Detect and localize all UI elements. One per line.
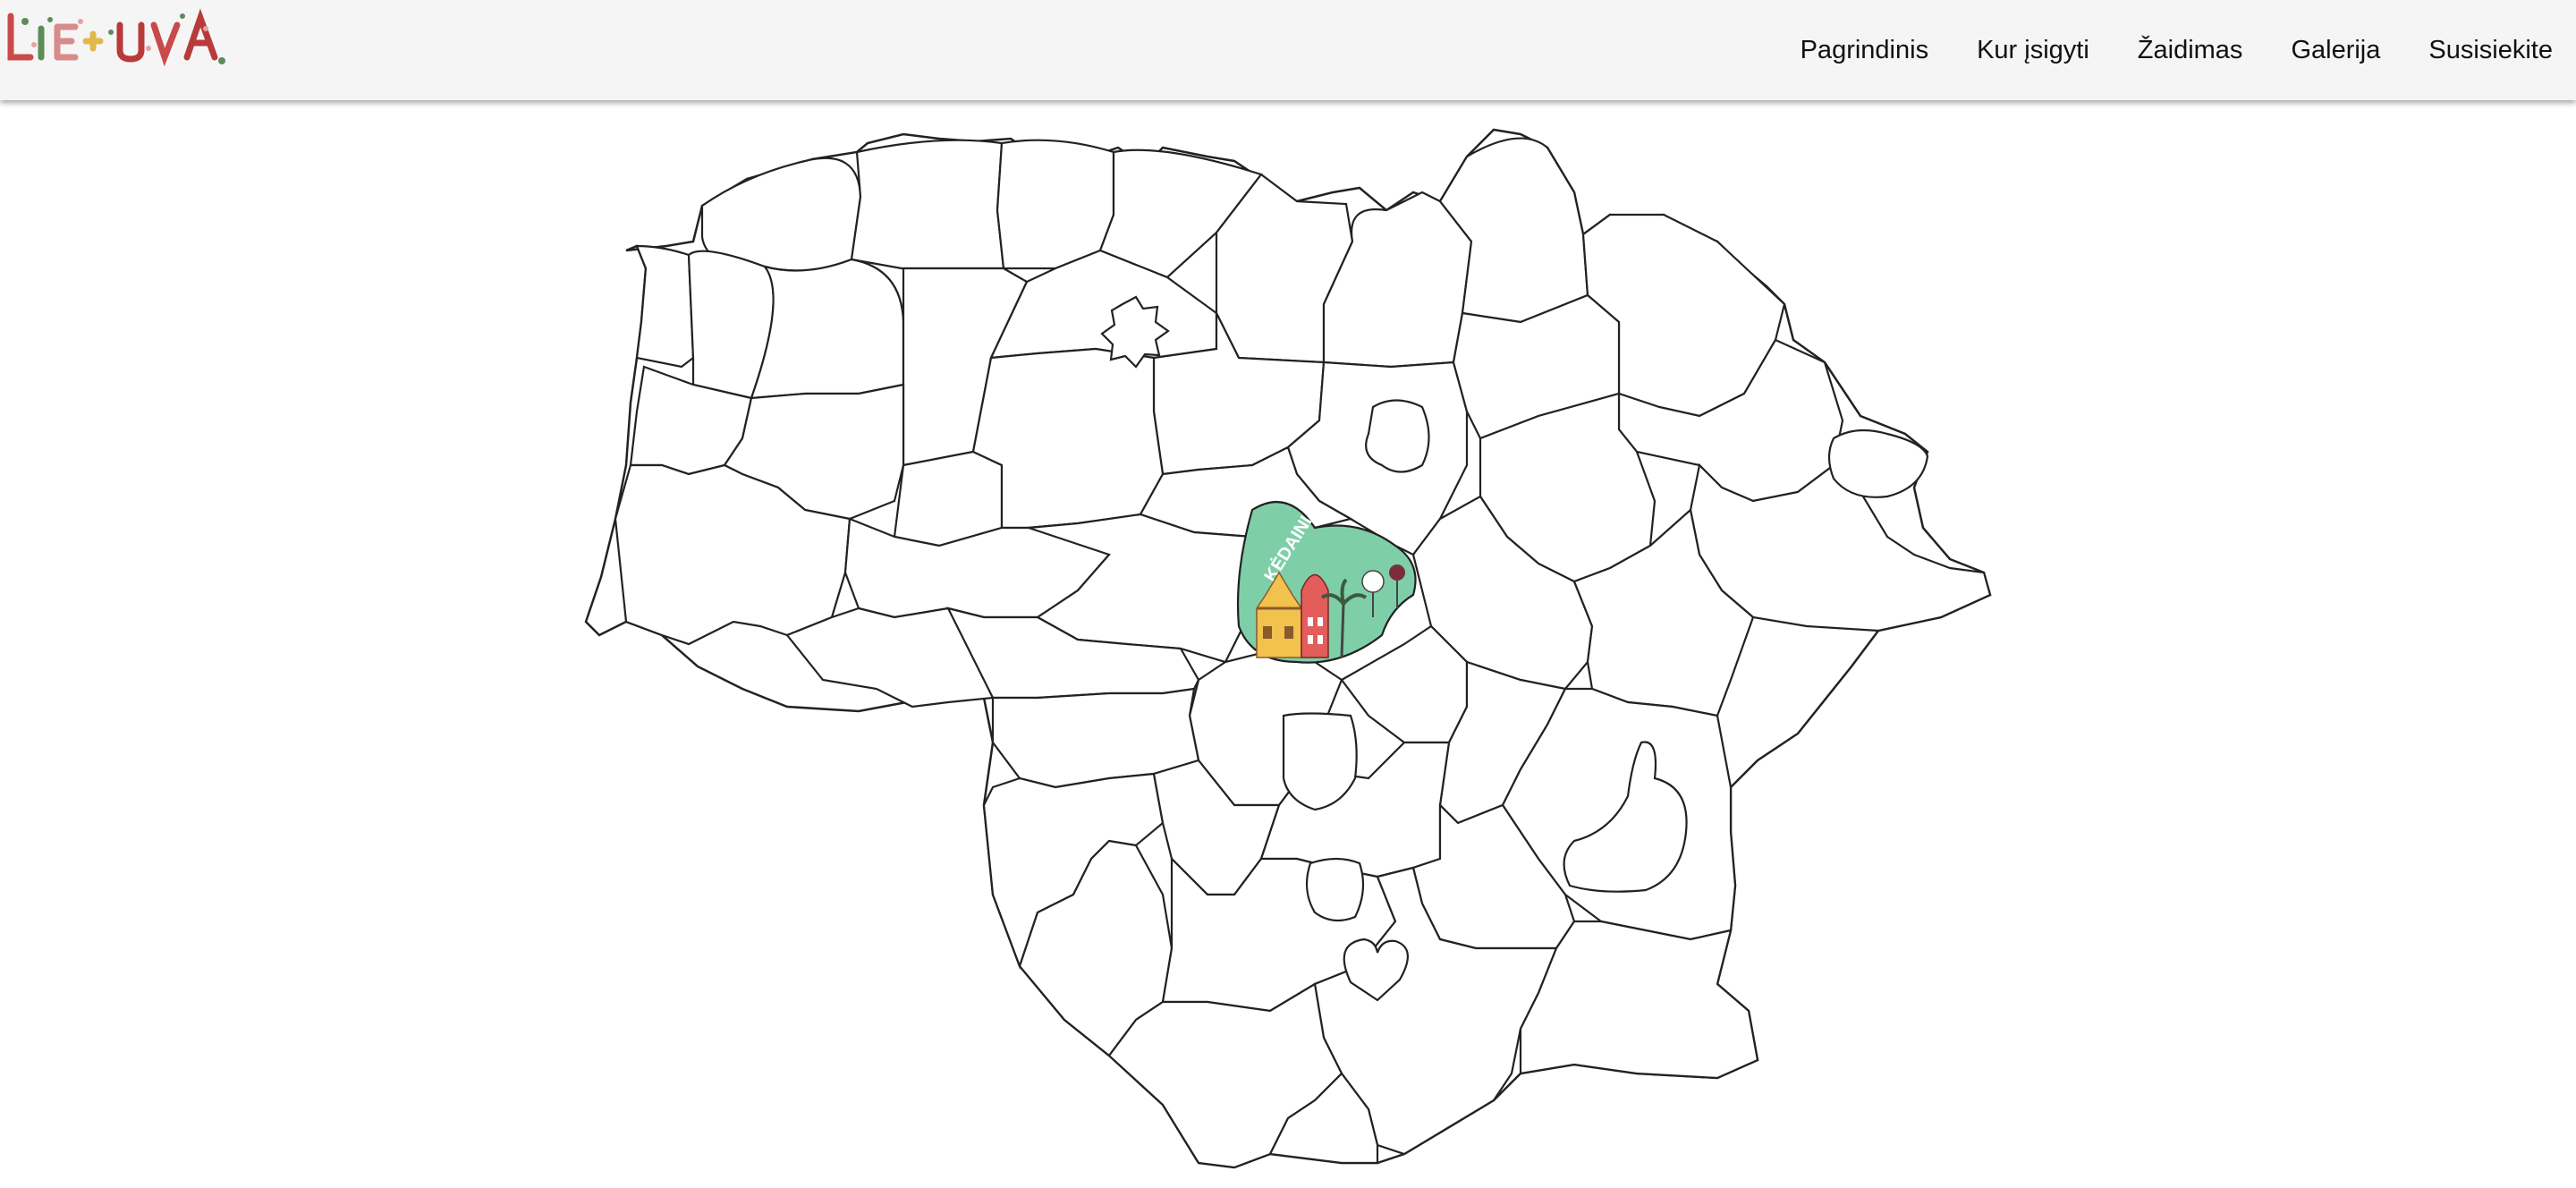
enclave-oval-north[interactable] bbox=[1365, 399, 1430, 473]
region-11[interactable] bbox=[750, 258, 905, 400]
lithuania-map: KĖDAINIAI bbox=[584, 128, 1992, 1169]
nav-link-susisiekite[interactable]: Susisiekite bbox=[2404, 32, 2553, 68]
region-9[interactable] bbox=[635, 244, 695, 369]
lietuva-logo[interactable] bbox=[4, 5, 234, 68]
region-21[interactable] bbox=[971, 347, 1165, 530]
nav-link-pagrindinis[interactable]: Pagrindinis bbox=[1776, 32, 1953, 68]
nav-link-galerija[interactable]: Galerija bbox=[2267, 32, 2404, 68]
region-3[interactable] bbox=[996, 139, 1115, 270]
nav-link-kur-isigyti[interactable]: Kur įsigyti bbox=[1953, 32, 2114, 68]
site-header: Pagrindinis Kur įsigyti Žaidimas Galerij… bbox=[0, 0, 2576, 100]
nav-link-zaidimas[interactable]: Žaidimas bbox=[2114, 32, 2267, 68]
region-2[interactable] bbox=[850, 139, 1005, 270]
building-red-icon bbox=[1301, 573, 1329, 658]
enclave-small[interactable] bbox=[1305, 857, 1365, 922]
main-nav: Pagrindinis Kur įsigyti Žaidimas Galerij… bbox=[1776, 32, 2553, 68]
